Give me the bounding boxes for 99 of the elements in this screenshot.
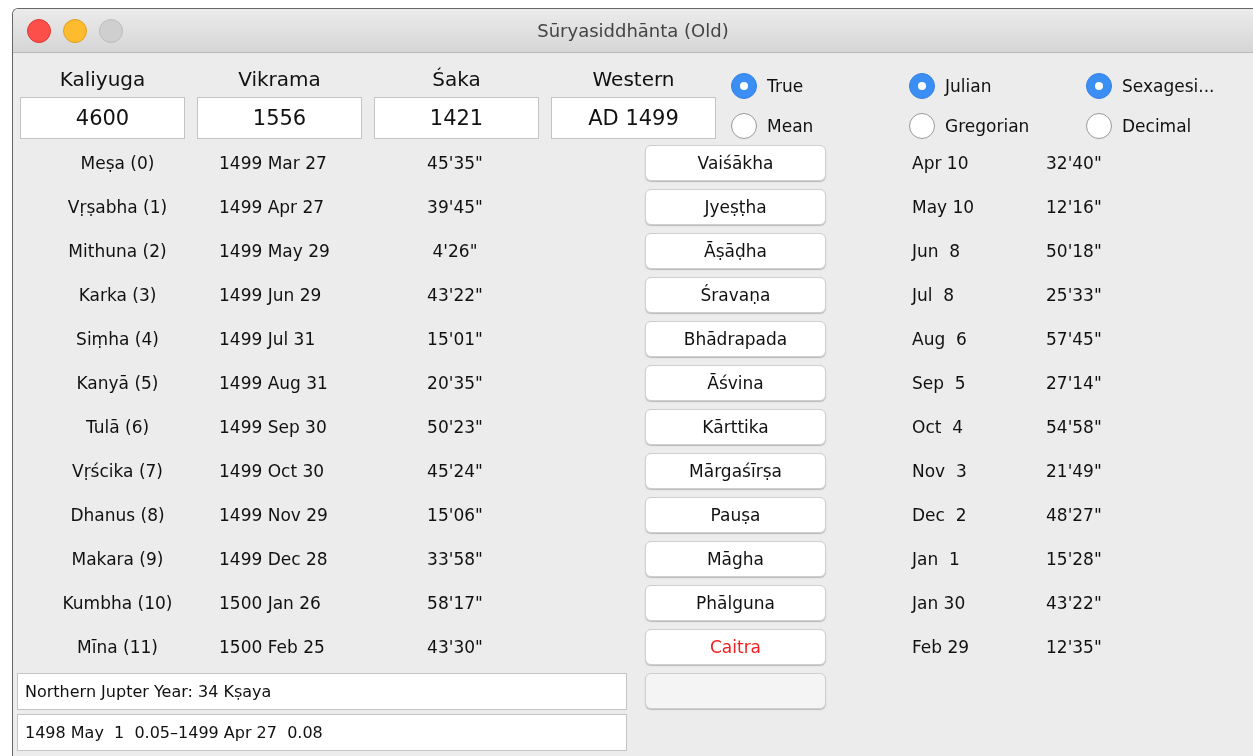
- month-button[interactable]: Pauṣa: [645, 497, 826, 533]
- angle-text: 15'06": [426, 505, 484, 525]
- month-button[interactable]: Mārgaśīrṣa: [645, 453, 826, 489]
- date-text: Jul 8: [910, 285, 956, 305]
- angle-text: 27'14": [1046, 373, 1103, 393]
- angle-text: 50'23": [426, 417, 484, 437]
- radio-label[interactable]: Julian: [945, 76, 992, 96]
- radio-button[interactable]: [1086, 113, 1112, 139]
- angle-text: 43'22": [1046, 593, 1103, 613]
- date-text: Sep 5: [911, 373, 967, 393]
- angle-text: 45'24": [426, 461, 484, 481]
- blank-button[interactable]: [645, 673, 826, 709]
- radio-label[interactable]: True: [767, 76, 804, 96]
- angle-text: 12'35": [1046, 637, 1103, 657]
- angle-text: 4'26": [431, 241, 479, 261]
- date-text: Apr 10: [911, 153, 970, 173]
- angle-text: 32'40": [1046, 153, 1103, 173]
- month-button[interactable]: Kārttika: [645, 409, 826, 445]
- date-text: Oct 4: [911, 417, 965, 437]
- sign-name: Kumbha (10): [61, 593, 174, 613]
- sign-name: Makara (9): [70, 549, 165, 569]
- angle-text: 57'45": [1046, 329, 1103, 349]
- date-text: 1500 Jan 26: [218, 593, 322, 613]
- month-button[interactable]: Āśvina: [645, 365, 826, 401]
- year-field[interactable]: 4600: [20, 97, 185, 139]
- date-text: 1499 Sep 30: [218, 417, 328, 437]
- year-field[interactable]: 1556: [197, 97, 362, 139]
- year-label: Śaka: [432, 67, 481, 91]
- date-text: Jan 1: [910, 549, 961, 569]
- year-label: Western: [592, 67, 675, 91]
- angle-text: 15'01": [426, 329, 484, 349]
- date-text: 1499 Aug 31: [218, 373, 329, 393]
- date-text: 1499 Jul 31: [218, 329, 317, 349]
- angle-text: 39'45": [426, 197, 484, 217]
- month-button[interactable]: Śravaṇa: [645, 277, 826, 313]
- year-label: Kaliyuga: [59, 67, 146, 91]
- year-field[interactable]: 1421: [374, 97, 539, 139]
- month-button[interactable]: Āṣāḍha: [645, 233, 826, 269]
- info-field[interactable]: 1498 May 1 0.05–1499 Apr 27 0.08: [17, 714, 627, 751]
- year-field[interactable]: AD 1499: [551, 97, 716, 139]
- angle-text: 20'35": [426, 373, 484, 393]
- date-text: Jan 30: [910, 593, 967, 613]
- date-text: 1499 May 29: [218, 241, 331, 261]
- angle-text: 15'28": [1046, 549, 1103, 569]
- sign-name: Mithuna (2): [67, 241, 168, 261]
- year-label: Vikrama: [238, 67, 321, 91]
- sign-name: Tulā (6): [84, 417, 151, 437]
- date-text: 1499 Jun 29: [218, 285, 323, 305]
- month-button[interactable]: Jyeṣṭha: [645, 189, 826, 225]
- date-text: 1499 Dec 28: [218, 549, 329, 569]
- radio-label[interactable]: Gregorian: [945, 116, 1030, 136]
- angle-text: 12'16": [1046, 197, 1103, 217]
- angle-text: 43'30": [426, 637, 484, 657]
- window-title: Sūryasiddhānta (Old): [537, 20, 729, 41]
- sign-name: Karka (3): [77, 285, 158, 305]
- angle-text: 21'49": [1046, 461, 1103, 481]
- month-button[interactable]: Bhādrapada: [645, 321, 826, 357]
- info-field[interactable]: Northern Jupter Year: 34 Kṣaya: [17, 672, 627, 710]
- month-button[interactable]: Māgha: [645, 541, 826, 577]
- date-text: Jun 8: [910, 241, 962, 261]
- angle-text: 50'18": [1046, 241, 1103, 261]
- angle-text: 33'58": [426, 549, 484, 569]
- close-icon[interactable]: [27, 18, 51, 43]
- date-text: Aug 6: [911, 329, 968, 349]
- zoom-icon[interactable]: [99, 18, 123, 43]
- date-text: 1499 Apr 27: [218, 197, 326, 217]
- radio-button[interactable]: [909, 113, 935, 139]
- angle-text: 48'27": [1046, 505, 1103, 525]
- date-text: Dec 2: [911, 505, 968, 525]
- sign-name: Vṛścika (7): [71, 461, 164, 481]
- date-text: 1499 Oct 30: [218, 461, 326, 481]
- angle-text: 58'17": [426, 593, 484, 613]
- sign-name: Dhanus (8): [69, 505, 166, 525]
- radio-label[interactable]: Sexagesi...: [1122, 76, 1215, 96]
- date-text: May 10: [911, 197, 976, 217]
- radio-button[interactable]: [1086, 73, 1112, 99]
- month-button[interactable]: Vaiśākha: [645, 145, 826, 181]
- date-text: 1499 Mar 27: [218, 153, 328, 173]
- radio-button[interactable]: [731, 113, 757, 139]
- minimize-icon[interactable]: [63, 18, 87, 43]
- date-text: Nov 3: [911, 461, 968, 481]
- angle-text: 43'22": [426, 285, 484, 305]
- date-text: 1500 Feb 25: [218, 637, 326, 657]
- radio-label[interactable]: Decimal: [1122, 116, 1192, 136]
- sign-name: Siṃha (4): [75, 329, 160, 349]
- sign-name: Meṣa (0): [79, 153, 156, 173]
- sign-name: Mīna (11): [76, 637, 159, 657]
- radio-button[interactable]: [731, 73, 757, 99]
- radio-label[interactable]: Mean: [767, 116, 814, 136]
- date-text: Feb 29: [911, 637, 971, 657]
- sign-name: Vṛṣabha (1): [66, 197, 169, 217]
- month-button[interactable]: Caitra: [645, 629, 826, 665]
- month-button[interactable]: Phālguna: [645, 585, 826, 621]
- date-text: 1499 Nov 29: [218, 505, 329, 525]
- sign-name: Kanyā (5): [75, 373, 160, 393]
- radio-button[interactable]: [909, 73, 935, 99]
- angle-text: 45'35": [426, 153, 484, 173]
- angle-text: 54'58": [1046, 417, 1103, 437]
- angle-text: 25'33": [1046, 285, 1103, 305]
